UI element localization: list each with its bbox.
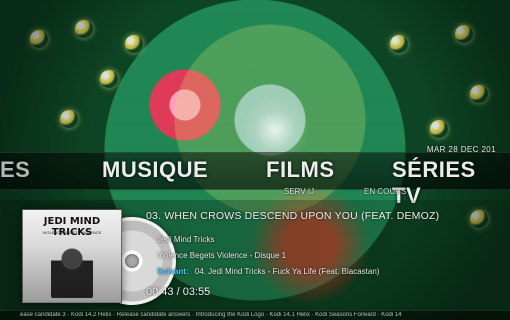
album-cover-subtitle: VIOLENCE BEGETS VIOLENCE: [42, 230, 102, 235]
album-art-group: JEDI MIND TRICKS VIOLENCE BEGETS VIOLENC…: [22, 205, 176, 305]
next-track-line: Suivant: 04. Jedi Mind Tricks - Fuck Ya …: [157, 267, 379, 276]
playback-time: 00:43 / 03:55: [146, 286, 211, 298]
next-track-text: 04. Jedi Mind Tricks - Fuck Ya Life (Fea…: [194, 267, 380, 276]
album-cover-figure: [51, 246, 93, 298]
next-label: Suivant:: [157, 267, 189, 276]
now-playing-album: Violence Begets Violence - Disque 1: [157, 251, 287, 260]
album-cover: JEDI MIND TRICKS VIOLENCE BEGETS VIOLENC…: [22, 209, 122, 303]
now-playing-track-title: 03. WHEN CROWS DESCEND UPON YOU (FEAT. D…: [146, 210, 440, 222]
main-menu-bar: ES MUSIQUE FILMS SÉRIES TV: [0, 152, 510, 208]
menu-item-musique[interactable]: MUSIQUE: [102, 157, 208, 183]
cd-hole: [125, 254, 139, 268]
kodi-screen: MAR 28 DEC 201 ES MUSIQUE FILMS SÉRIES T…: [0, 0, 510, 320]
menu-item-series-partial[interactable]: ES: [0, 157, 30, 183]
menu-item-films[interactable]: FILMS: [266, 157, 335, 183]
films-substatus-left: SERV IJ: [284, 187, 315, 196]
news-ticker: ease candidate 3 · Kodi 14.2 Helix · Rel…: [0, 310, 510, 320]
now-playing-artist: Jedi Mind Tricks: [157, 235, 215, 244]
ticker-text: ease candidate 3 · Kodi 14.2 Helix · Rel…: [20, 312, 402, 318]
films-substatus-right: EN COURS: [364, 187, 407, 196]
